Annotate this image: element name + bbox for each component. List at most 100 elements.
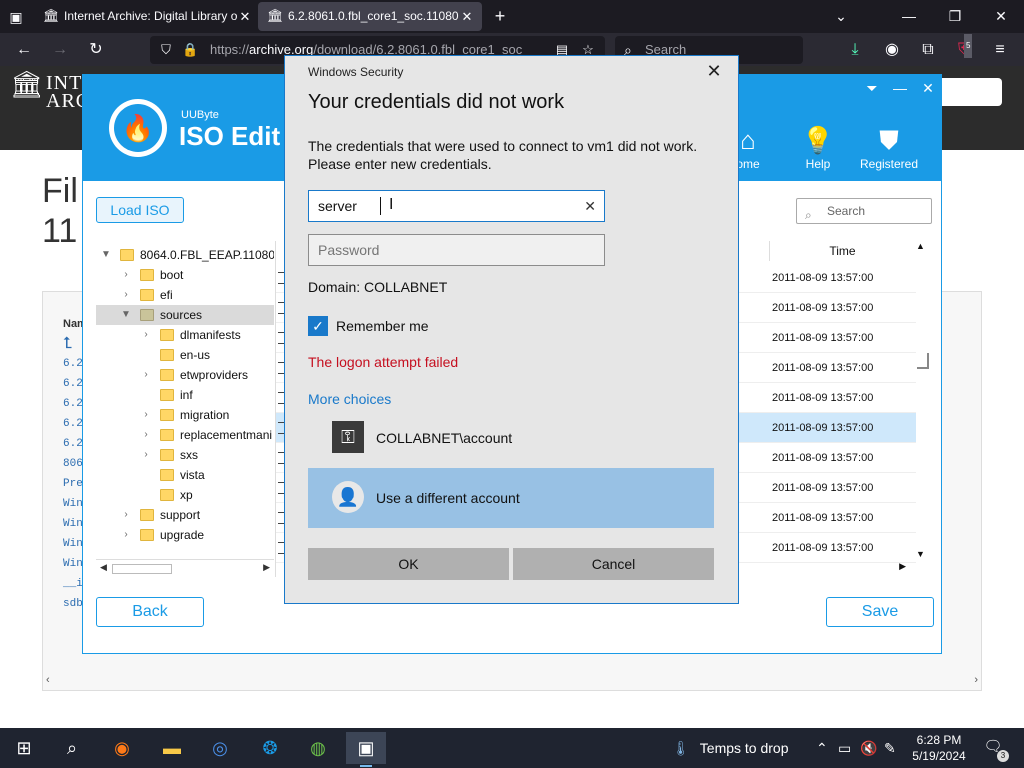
tree-item-label: sources [160,308,203,322]
dropdown-menu-icon[interactable]: ⏷ [861,79,883,97]
tree-item[interactable]: xp [96,485,274,505]
volume-muted-icon[interactable]: 🔇 [860,728,877,768]
expand-arrow-right-icon[interactable]: › [120,525,132,545]
tab-list-icon[interactable]: ▣ [6,7,26,27]
list-all-tabs-icon[interactable]: ⌄ [826,0,856,33]
back-button[interactable]: Back [96,597,204,627]
close-window-icon[interactable]: ✕ [986,0,1016,33]
more-choices-link[interactable]: More choices [308,391,391,407]
row-time: 2011-08-09 13:57:00 [772,482,874,494]
tree-item[interactable]: vista [96,465,274,485]
password-field[interactable]: Password [308,234,605,266]
downloads-icon[interactable]: ⤓ [843,38,867,62]
clear-text-icon[interactable]: ✕ [584,191,596,221]
uubyte-app-icon[interactable]: ❂ [250,732,290,764]
tab-internet-archive[interactable]: 🏛 Internet Archive: Digital Library o ✕ [34,2,260,31]
load-iso-button[interactable]: Load ISO [96,197,184,223]
ok-button[interactable]: OK [308,548,509,580]
ublock-icon[interactable]: ⛨5 [952,34,976,62]
weather-widget[interactable]: 🌡 Temps to drop [672,728,789,768]
dialog-close-icon[interactable]: ✕ [704,60,724,82]
scroll-right-icon[interactable]: ▶ [899,561,906,572]
list-vertical-scrollbar[interactable]: ▲ ▼ [914,241,933,559]
expand-arrow-right-icon[interactable]: › [140,325,152,345]
scroll-right-icon[interactable]: ▶ [263,562,270,573]
remote-desktop-icon[interactable]: ▣ [346,732,386,767]
tree-item[interactable]: ▼ sources [96,305,274,325]
scroll-down-icon[interactable]: ▼ [916,549,925,559]
network-icon[interactable]: ▭ [838,728,851,768]
tree-item[interactable]: en-us [96,345,274,365]
tree-item[interactable]: › upgrade [96,525,274,545]
tree-item[interactable]: › migration [96,405,274,425]
pen-ink-icon[interactable]: ✎ [884,728,896,768]
extensions-icon[interactable]: ⧉ [916,38,940,62]
minimize-window-icon[interactable]: — [894,0,924,33]
expand-arrow-right-icon[interactable]: › [120,285,132,305]
scroll-left-icon[interactable]: ‹ [46,674,50,686]
tree-item[interactable]: › boot [96,265,274,285]
expand-arrow-right-icon[interactable]: › [140,365,152,385]
expand-arrow-down-icon[interactable]: ▼ [120,305,132,325]
forward-arrow-icon[interactable]: → [48,38,72,62]
page-horizontal-scrollbar[interactable]: ‹ › [42,674,982,688]
nav-registered[interactable]: ⛊ Registered [854,123,924,171]
expand-arrow-down-icon[interactable]: ▼ [100,245,112,265]
reload-icon[interactable]: ↻ [84,38,108,62]
brand-name: UUByte [181,109,219,121]
save-button[interactable]: Save [826,597,934,627]
windows-start-icon[interactable]: ⊞ [4,732,44,764]
tab-close-icon[interactable]: ✕ [236,2,254,31]
network-app-icon[interactable]: ◍ [298,732,338,764]
username-field[interactable]: server I ✕ [308,190,605,222]
restore-window-icon[interactable]: ❐ [940,0,970,33]
back-arrow-icon[interactable]: ← [12,38,36,62]
scrollbar-thumb[interactable] [112,564,172,574]
tree-item[interactable]: ▼ 8064.0.FBL_EEAP.110806- [96,245,274,265]
expand-arrow-right-icon[interactable]: › [140,425,152,445]
lock-icon[interactable]: 🔒 [182,42,198,58]
firefox-icon[interactable]: ◉ [102,732,142,764]
account-icon[interactable]: ◉ [880,38,904,62]
tab-download-page[interactable]: 🏛 6.2.8061.0.fbl_core1_soc.11080 ✕ [258,2,482,31]
tree-item[interactable]: › support [96,505,274,525]
browser-app-icon[interactable]: ◎ [200,732,240,764]
shield-icon[interactable]: ⛉ [158,42,174,58]
expand-arrow-right-icon[interactable]: › [120,265,132,285]
notification-center-icon[interactable]: 🗨 3 [982,736,1009,762]
file-explorer-icon[interactable]: ▬ [152,732,192,764]
expand-arrow-right-icon[interactable]: › [140,445,152,465]
account-option-collabnet[interactable]: ⚿ COLLABNET\account [308,408,714,468]
expand-arrow-right-icon[interactable]: › [140,405,152,425]
tree-horizontal-scrollbar[interactable]: ◀ ▶ [96,559,274,577]
expand-arrow-right-icon[interactable]: › [120,505,132,525]
scroll-left-icon[interactable]: ◀ [100,562,107,573]
remember-me-checkbox[interactable]: ✓ [308,316,328,336]
nav-help[interactable]: 💡 Help [783,123,853,171]
folder-icon [160,469,174,481]
cancel-button[interactable]: Cancel [513,548,714,580]
account-option-different[interactable]: 👤 Use a different account [308,468,714,528]
clock[interactable]: 6:28 PM 5/19/2024 [908,732,970,764]
show-hidden-icons-icon[interactable]: ⌃ [816,728,828,768]
minimize-icon[interactable]: — [889,79,911,97]
search-icon: ⌕ [805,208,812,222]
close-icon[interactable]: ✕ [917,79,939,97]
menu-hamburger-icon[interactable]: ≡ [988,38,1012,62]
tree-item[interactable]: inf [96,385,274,405]
scroll-right-icon[interactable]: › [974,674,978,686]
tab-close-icon[interactable]: ✕ [458,2,476,31]
folder-icon [160,349,174,361]
tree-item[interactable]: › sxs [96,445,274,465]
tree-item[interactable]: › etwproviders [96,365,274,385]
tree-item[interactable]: › efi [96,285,274,305]
tree-item[interactable]: › dlmanifests [96,325,274,345]
scrollbar-thumb[interactable] [917,353,929,369]
iso-search-input[interactable]: ⌕ Search [796,198,932,224]
search-icon[interactable]: ⌕ [52,732,92,764]
column-header-time[interactable]: Time [769,241,915,261]
new-tab-button[interactable]: + [490,4,510,28]
remember-me-label[interactable]: Remember me [336,316,429,336]
scroll-up-icon[interactable]: ▲ [916,241,925,251]
tree-item[interactable]: › replacementmani [96,425,274,445]
